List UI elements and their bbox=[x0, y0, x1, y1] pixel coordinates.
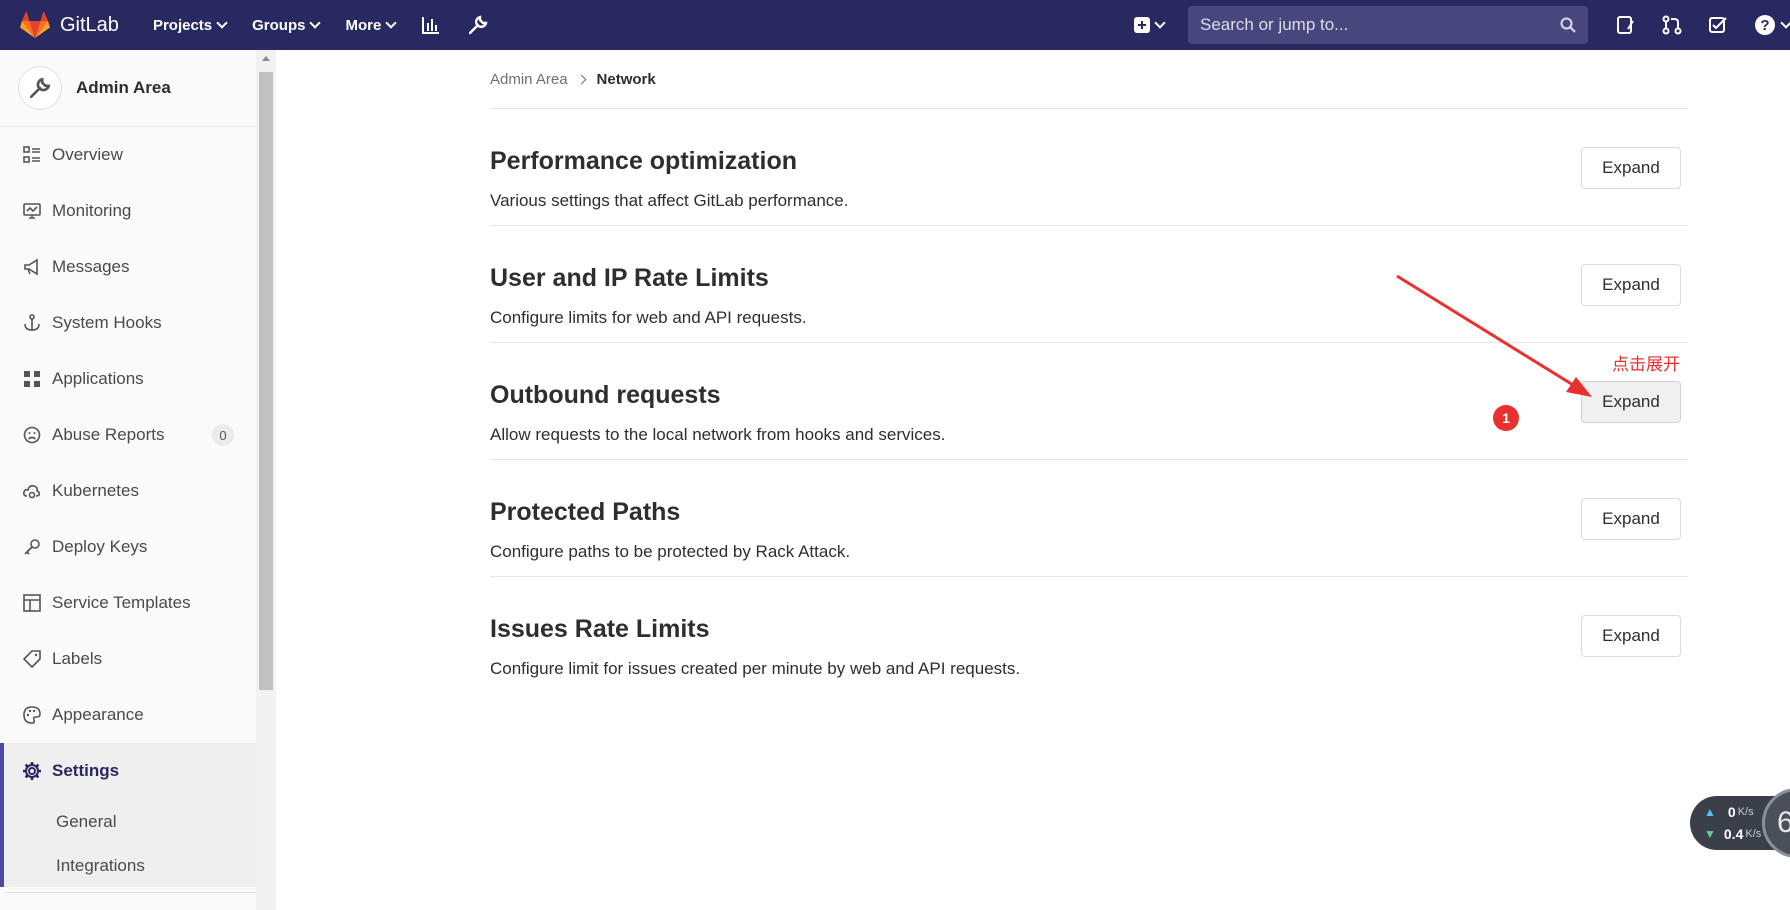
annotation-step-number: 1 bbox=[1493, 405, 1519, 431]
upload-value: 0 bbox=[1727, 804, 1736, 820]
upload-unit: K/s bbox=[1737, 806, 1754, 818]
download-value: 0.4 bbox=[1723, 826, 1744, 842]
upload-speed: ▲ 0 K/s bbox=[1704, 804, 1754, 820]
download-unit: K/s bbox=[1745, 828, 1762, 840]
circle-value: 6 bbox=[1777, 806, 1790, 839]
arrow-up-icon: ▲ bbox=[1704, 805, 1716, 819]
annotation-label: 点击展开 bbox=[1612, 355, 1680, 374]
arrow-down-icon: ▼ bbox=[1704, 827, 1716, 841]
annotation-arrow bbox=[1396, 274, 1592, 397]
download-speed: ▼ 0.4 K/s bbox=[1704, 826, 1761, 842]
